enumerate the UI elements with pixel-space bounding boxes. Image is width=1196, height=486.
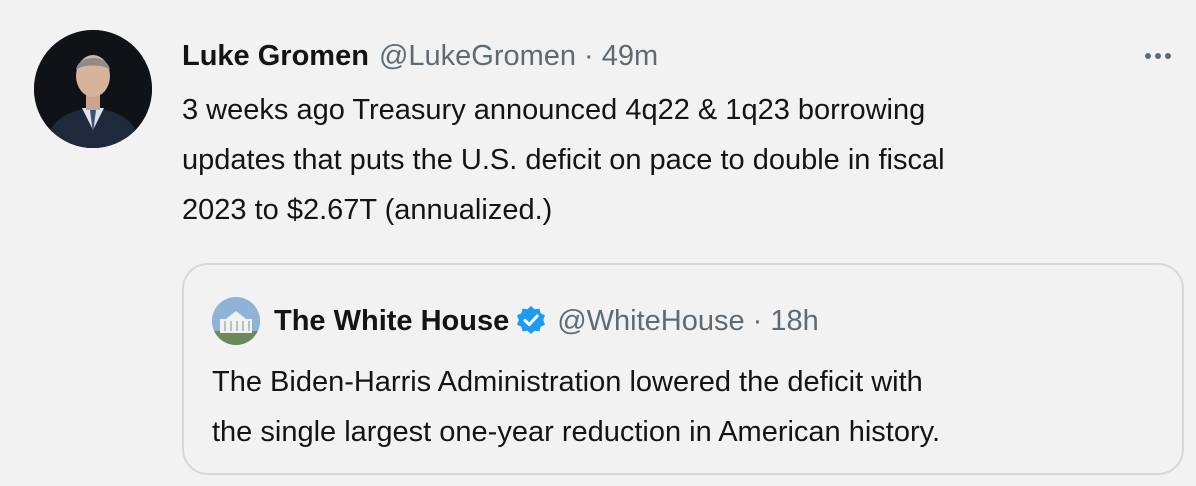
quoted-author-handle[interactable]: @WhiteHouse <box>557 305 744 338</box>
verified-badge-icon <box>515 305 547 337</box>
quoted-tweet-card[interactable]: The White House @WhiteHouse · 18h The Bi… <box>182 263 1184 475</box>
author-avatar[interactable] <box>34 30 152 148</box>
more-options-button[interactable] <box>1138 38 1178 74</box>
more-horizontal-icon <box>1145 53 1151 59</box>
author-name[interactable]: Luke Gromen <box>182 40 369 73</box>
quoted-tweet-text: The Biden-Harris Administration lowered … <box>212 366 941 448</box>
person-portrait-icon <box>34 30 152 148</box>
more-horizontal-icon <box>1155 53 1161 59</box>
tweet[interactable]: Luke Gromen @LukeGromen · 49m 3 weeks ag… <box>0 0 1196 486</box>
author-handle[interactable]: @LukeGromen <box>379 40 576 73</box>
tweet-header: Luke Gromen @LukeGromen · 49m <box>182 34 658 78</box>
quoted-tweet-timestamp[interactable]: 18h <box>770 305 818 338</box>
quoted-author-name[interactable]: The White House <box>274 305 509 338</box>
tweet-timestamp[interactable]: 49m <box>602 40 658 73</box>
more-horizontal-icon <box>1165 53 1171 59</box>
quoted-tweet-header: The White House @WhiteHouse · 18h <box>274 299 819 343</box>
quoted-header-separator: · <box>752 304 763 337</box>
white-house-logo-icon <box>212 297 260 345</box>
quoted-author-avatar[interactable] <box>212 297 260 345</box>
tweet-text: 3 weeks ago Treasury announced 4q22 & 1q… <box>182 94 945 226</box>
header-separator: · <box>584 39 594 72</box>
